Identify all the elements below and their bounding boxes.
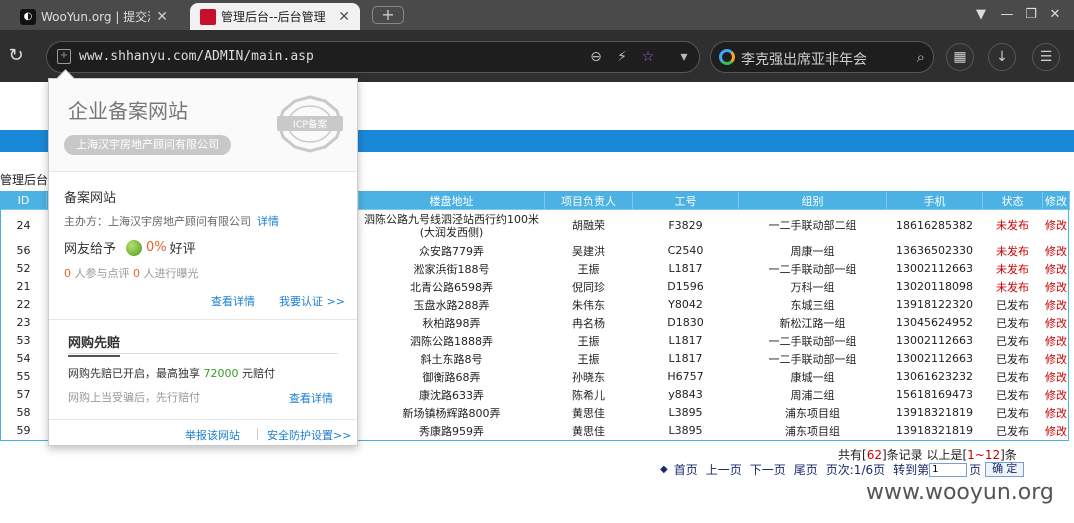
download-icon[interactable]: ↓ [988, 43, 1016, 71]
tab-wooyun[interactable]: ◐ WooYun.org | 提交漏洞 ✕ [10, 3, 178, 30]
owner-detail-link[interactable]: 详情 [257, 215, 279, 228]
owner-label: 主办方：上海汉宇房地产顾问有限公司 [64, 215, 251, 228]
next-page-link[interactable]: 下一页 [750, 461, 786, 478]
popup-footer: 举报该网站 安全防护设置>> [49, 419, 357, 446]
zoom-icon[interactable]: ⊖ [587, 48, 605, 66]
tab-admin[interactable]: 管理后台--后台管理 ✕ [190, 3, 360, 30]
goto-unit: 页 [969, 463, 982, 477]
security-settings-link[interactable]: 安全防护设置>> [267, 427, 351, 443]
tab-title: WooYun.org | 提交漏洞 [41, 10, 150, 24]
close-tab-icon[interactable]: ✕ [338, 9, 350, 25]
divider [257, 428, 258, 440]
count-text: ]条记录 以上是[ [881, 448, 968, 462]
new-tab-button[interactable]: + [372, 6, 404, 24]
certify-link[interactable]: 我要认证 >> [279, 293, 345, 309]
guarantee-prefix: 网购先赔已开启，最高独享 [68, 367, 200, 380]
total-count: 62 [866, 448, 882, 462]
guarantee-note: 网购上当受骗后，先行赔付 [68, 391, 200, 404]
count-text: 共有[ [838, 448, 867, 462]
view-details-link[interactable]: 查看详情 [289, 390, 333, 406]
goto-label: 转到第 [893, 463, 930, 477]
section-title: 备案网站 [64, 191, 117, 206]
expose-text: 人进行曝光 [143, 267, 199, 280]
rating-percent: 0% [146, 240, 167, 255]
confirm-button[interactable]: 确 定 [985, 462, 1025, 477]
page-title: 管理后台 [0, 173, 49, 187]
popup-header: 企业备案网站 上海汉宇房地产顾问有限公司 ICP备案 [49, 79, 357, 172]
count-text: ]条 [1000, 448, 1017, 462]
site-info-popup: 企业备案网站 上海汉宇房地产顾问有限公司 ICP备案 备案网站 主办方：上海汉宇… [48, 78, 358, 446]
pagination: ◆ 首页 上一页 下一页 尾页 页次:1/6页 转到第 页 确 定 [660, 461, 1025, 478]
reload-icon[interactable]: ↻ [5, 46, 27, 68]
first-page-link[interactable]: 首页 [674, 461, 698, 478]
guarantee-suffix: 元赔付 [242, 367, 275, 380]
guarantee-text: 网购先赔已开启，最高独享 72000 元赔付 [68, 365, 275, 381]
report-site-link[interactable]: 举报该网站 [185, 427, 240, 443]
site-info-icon[interactable]: + [57, 49, 71, 64]
view-details-link[interactable]: 查看详情 [211, 293, 255, 309]
wooyun-favicon-icon: ◐ [20, 8, 36, 25]
popup-title: 企业备案网站 [68, 99, 188, 123]
url-text[interactable]: www.shhanyu.com/ADMIN/main.asp [79, 49, 314, 64]
speed-mode-icon[interactable]: ⚡ [613, 48, 631, 66]
expose-count: 0 [133, 267, 140, 280]
search-input[interactable]: 李克强出席亚非年会 [741, 49, 867, 69]
guarantee-amount: 72000 [203, 367, 239, 380]
guarantee-section: 网购先赔 网购先赔已开启，最高独享 72000 元赔付 网购上当受骗后，先行赔付… [49, 319, 357, 405]
review-text: 人参与点评 [74, 267, 130, 280]
minimize-icon[interactable]: — [998, 6, 1016, 24]
review-count: 0 [64, 267, 71, 280]
rating-row: 网友给予 0% 好评 [64, 238, 196, 257]
watermark: www.wooyun.org [866, 480, 1054, 505]
address-bar[interactable]: + www.shhanyu.com/ADMIN/main.asp ⊖ ⚡ ☆ ▾ [46, 41, 700, 73]
tab-bar: ◐ WooYun.org | 提交漏洞 ✕ 管理后台--后台管理 ✕ + ▼ —… [0, 0, 1074, 30]
last-page-link[interactable]: 尾页 [794, 461, 818, 478]
bookmark-star-icon[interactable]: ☆ [639, 48, 657, 66]
navigation-bar: ↻ + www.shhanyu.com/ADMIN/main.asp ⊖ ⚡ ☆… [0, 30, 1074, 82]
dropdown-icon[interactable]: ▾ [675, 48, 693, 66]
search-icon[interactable]: ⌕ [917, 48, 925, 66]
restore-icon[interactable]: ❐ [1022, 6, 1040, 24]
owner-info: 主办方：上海汉宇房地产顾问有限公司 详情 [64, 213, 279, 229]
tab-title: 管理后台--后台管理 [221, 10, 326, 24]
diamond-icon: ◆ [660, 464, 668, 475]
menu-icon[interactable]: ☰ [1032, 43, 1060, 71]
review-stats: 0 人参与点评 0 人进行曝光 [64, 265, 199, 281]
company-badge: 上海汉宇房地产顾问有限公司 [64, 135, 231, 155]
rating-label: 网友给予 [64, 242, 117, 257]
prev-page-link[interactable]: 上一页 [706, 461, 742, 478]
admin-favicon-icon [200, 8, 216, 25]
search-engine-icon [719, 49, 735, 65]
goto-page-input[interactable] [929, 462, 968, 477]
search-box[interactable]: 李克强出席亚非年会 ⌕ [710, 41, 934, 73]
apps-grid-icon[interactable]: ▦ [946, 43, 974, 71]
seal-text: ICP备案 [293, 119, 328, 131]
rating-suffix: 好评 [169, 242, 196, 257]
apple-icon [126, 239, 143, 256]
page-info: 页次:1/6页 [825, 463, 886, 477]
range-count: 1~12 [967, 448, 1001, 462]
skin-icon[interactable]: ▼ [972, 6, 990, 24]
close-window-icon[interactable]: ✕ [1046, 6, 1064, 24]
divider [68, 353, 338, 354]
icp-seal-icon: ICP备案 [277, 95, 343, 153]
close-tab-icon[interactable]: ✕ [156, 9, 168, 25]
